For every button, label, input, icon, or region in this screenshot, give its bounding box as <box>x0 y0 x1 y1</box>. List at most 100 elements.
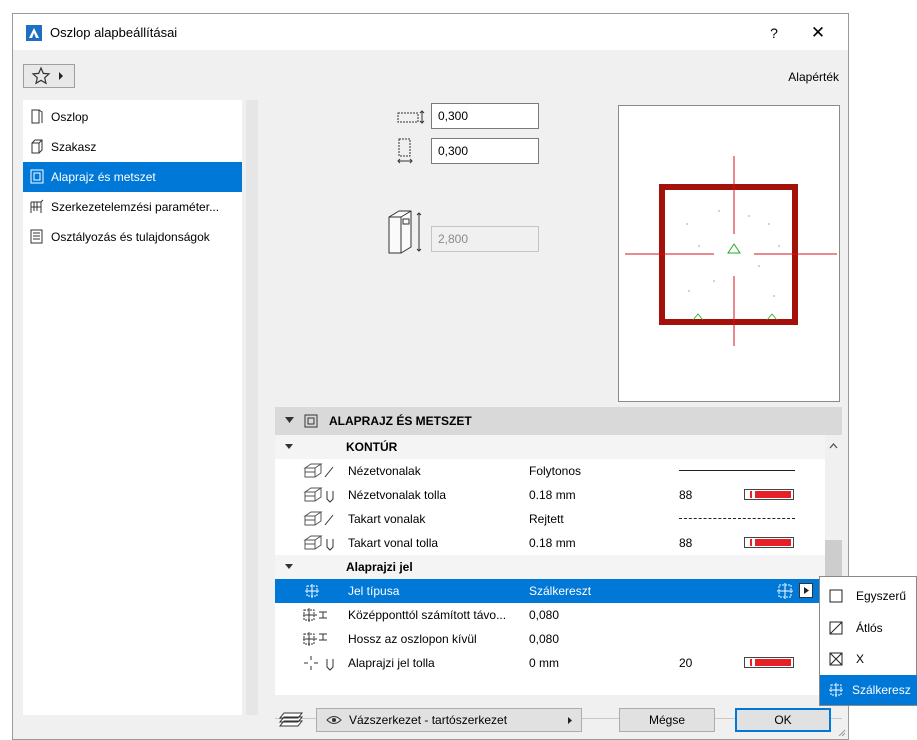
table-row[interactable]: Hossz az oszlopon kívül 0,080 <box>275 627 825 651</box>
close-button[interactable]: ✕ <box>803 22 833 44</box>
sidebar-item-label: Osztályozás és tulajdonságok <box>51 230 210 244</box>
sidebar-item-szerkezetelemzes[interactable]: Szerkezetelemzési paraméter... <box>23 192 242 222</box>
table-row-selected[interactable]: Jel típusa Szálkereszt <box>275 579 825 603</box>
depth-input[interactable]: 0,300 <box>431 138 539 164</box>
dashed-line-sample <box>679 518 795 519</box>
column-plan-preview <box>625 156 837 346</box>
diagonal-square-icon <box>829 621 843 635</box>
sidebar-item-label: Szakasz <box>51 140 97 154</box>
width-input[interactable]: 0,300 <box>431 103 539 129</box>
row-value: 0 mm <box>529 656 559 670</box>
section-header[interactable]: ALAPRAJZ ÉS METSZET <box>275 407 842 435</box>
window-title: Oszlop alapbeállításai <box>50 25 178 40</box>
symbol-pen-icon <box>304 656 334 671</box>
row-value: Szálkereszt <box>529 584 592 598</box>
row-value: 0,080 <box>529 608 560 622</box>
width-dimension-icon <box>397 110 425 124</box>
chevron-up-icon <box>829 443 838 449</box>
x-square-icon <box>829 652 843 666</box>
row-value: 0.18 mm <box>529 488 576 502</box>
outside-length-icon <box>303 632 327 646</box>
pen-number: 88 <box>679 536 693 550</box>
ok-button[interactable]: OK <box>735 708 831 732</box>
popup-item-label: X <box>856 652 865 666</box>
sidebar-item-label: Alaprajz és metszet <box>51 170 156 184</box>
row-name: Takart vonalak <box>348 512 426 526</box>
popup-item-label: Szálkeresz <box>852 683 911 697</box>
section-title: ALAPRAJZ ÉS METSZET <box>329 414 472 428</box>
table-row[interactable]: Takart vonalak Rejtett <box>275 507 825 531</box>
column-height-icon <box>388 210 422 254</box>
table-row[interactable]: Nézetvonalak tolla 0.18 mm 88 <box>275 483 825 507</box>
table-row[interactable]: Takart vonal tolla 0.18 mm 88 <box>275 531 825 555</box>
hidden-lines-icon <box>303 511 334 526</box>
row-value: 0,080 <box>529 632 560 646</box>
resize-grip-icon[interactable] <box>836 727 846 737</box>
table-row[interactable]: Nézetvonalak Folytonos <box>275 459 825 483</box>
crosshair-symbol-icon <box>829 683 843 697</box>
hidden-lines-pen-icon <box>303 535 334 551</box>
symbol-popup-button[interactable] <box>799 583 813 598</box>
row-name: Nézetvonalak tolla <box>348 488 447 502</box>
popup-item-label: Egyszerű <box>856 589 907 603</box>
row-value: 0.18 mm <box>529 536 576 550</box>
preview-panel <box>618 105 840 402</box>
row-name: Hossz az oszlopon kívül <box>348 632 477 646</box>
chevron-right-icon <box>568 717 572 724</box>
settings-table: KONTÚR Nézetvonalak Folytonos Nézetvonal… <box>275 435 842 695</box>
sidebar-item-szakasz[interactable]: Szakasz <box>23 132 242 162</box>
row-value: Rejtett <box>529 512 564 526</box>
group-row-alaprajzi-jel[interactable]: Alaprajzi jel <box>275 555 825 579</box>
floor-plan-icon <box>304 414 318 428</box>
chevron-right-icon <box>59 72 63 80</box>
popup-item-label: Átlós <box>856 621 883 635</box>
popup-item-szalkereszt[interactable]: Szálkeresz <box>820 675 917 705</box>
pen-number: 88 <box>679 488 693 502</box>
cancel-button[interactable]: Mégse <box>619 708 715 732</box>
center-distance-icon <box>303 608 327 622</box>
sidebar-item-label: Szerkezetelemzési paraméter... <box>51 200 220 214</box>
segment-icon <box>31 139 43 154</box>
pen-number: 20 <box>679 656 693 670</box>
row-name: Nézetvonalak <box>348 464 421 478</box>
sidebar-item-osztalyozas[interactable]: Osztályozás és tulajdonságok <box>23 222 242 252</box>
view-lines-pen-icon <box>303 487 334 503</box>
floor-plan-icon <box>30 169 44 184</box>
popup-item-egyszeru[interactable]: Egyszerű <box>820 581 917 611</box>
group-label: Alaprajzi jel <box>346 560 413 574</box>
group-row-kontur[interactable]: KONTÚR <box>275 435 825 459</box>
title-bar: Oszlop alapbeállításai ? ✕ <box>13 14 848 50</box>
popup-item-atlos[interactable]: Átlós <box>820 613 917 643</box>
structural-analysis-icon <box>30 199 44 213</box>
view-lines-icon <box>303 463 334 478</box>
table-row[interactable]: Középponttól számított távo... 0,080 <box>275 603 825 627</box>
archicad-app-icon <box>26 25 42 41</box>
row-value: Folytonos <box>529 464 582 478</box>
symbol-type-popup: Egyszerű Átlós X Szálkeresz <box>819 576 917 706</box>
chevron-down-icon <box>285 444 293 449</box>
layer-dropdown[interactable]: Vázszerkezet - tartószerkezet <box>316 708 582 732</box>
help-button[interactable]: ? <box>759 22 789 44</box>
chevron-down-icon <box>285 417 294 423</box>
popup-item-x[interactable]: X <box>820 644 917 674</box>
sidebar-item-alaprajz[interactable]: Alaprajz és metszet <box>23 162 242 192</box>
chevron-down-icon <box>285 564 293 569</box>
crosshair-symbol-icon <box>777 583 793 599</box>
layer-icon <box>278 712 304 727</box>
row-name: Jel típusa <box>348 584 400 598</box>
solid-line-sample <box>679 470 795 471</box>
sidebar-splitter[interactable] <box>246 100 258 715</box>
classification-icon <box>30 229 43 244</box>
sidebar: Oszlop Szakasz Alaprajz és metszet Szerk… <box>23 100 242 715</box>
table-row[interactable]: Alaprajzi jel tolla 0 mm 20 <box>275 651 825 675</box>
crosshair-symbol-icon <box>305 584 319 598</box>
row-name: Alaprajzi jel tolla <box>348 656 435 670</box>
pen-color-swatch[interactable] <box>744 489 794 500</box>
sidebar-item-oszlop[interactable]: Oszlop <box>23 102 242 132</box>
height-input: 2,800 <box>431 226 539 252</box>
pen-color-swatch[interactable] <box>744 657 794 668</box>
favorites-button[interactable] <box>23 64 75 88</box>
group-label: KONTÚR <box>346 440 398 454</box>
pen-color-swatch[interactable] <box>744 537 794 548</box>
eye-icon <box>326 716 342 724</box>
